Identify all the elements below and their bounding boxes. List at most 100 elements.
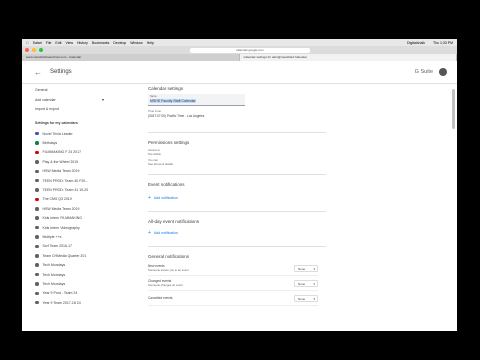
calendar-list: Novel Trivia Leader Birthdays FILMMAKING F… (22, 129, 114, 307)
close-window-icon[interactable] (25, 48, 29, 52)
menu-view[interactable]: View (65, 41, 73, 45)
notification-row: New events Someone invites you to an even… (148, 261, 318, 276)
field-value: MSHS Faculty Staff Calendar (150, 99, 196, 103)
notification-select[interactable]: None ▾ (294, 279, 318, 287)
sidebar-calendar-item[interactable]: HSW Media Team 2019 (35, 204, 114, 213)
sidebar-calendar-item[interactable]: TEEN PROD: Team 41 19-20 (35, 185, 114, 194)
notification-list: New events Someone invites you to an even… (148, 261, 328, 306)
calendar-name: TEEN PROD: Team 41 19-20 (42, 188, 89, 193)
section-title-event-notifications: Event notifications (148, 182, 185, 187)
add-notification-label: Add notification (153, 231, 178, 235)
calendar-name: Kids Intern Videography (42, 225, 80, 230)
menu-help[interactable]: Help (147, 41, 154, 45)
status-app[interactable]: Digitalchalk (407, 41, 425, 45)
sidebar-item-add-calendar[interactable]: Add calendar ▾ (35, 97, 114, 102)
settings-header: ← Settings G Suite (22, 61, 457, 84)
sidebar-item-label: Add calendar (35, 97, 56, 102)
notification-desc: Someone changes an event (148, 283, 183, 287)
screen-frame:  Safari File Edit View History Bookmark… (22, 39, 457, 331)
sidebar-calendar-item[interactable]: Play & the Wheel 2019 (35, 157, 114, 166)
calendar-color-dot-icon (35, 178, 39, 183)
clock: Thu 1:33 PM (432, 40, 453, 45)
notification-text: Cancelled events (148, 296, 172, 300)
plus-icon: + (148, 230, 151, 236)
notification-text: New events Someone invites you to an even… (148, 264, 189, 272)
divider (148, 132, 326, 133)
menu-safari[interactable]: Safari (33, 41, 42, 45)
calendar-name: Play & the Wheel 2019 (42, 159, 79, 164)
sidebar-calendar-item[interactable]: Birthdays (35, 138, 114, 147)
notification-desc: Someone invites you to an event (148, 268, 189, 272)
sidebar-item-import-export[interactable]: Import & export (35, 107, 114, 111)
sidebar-calendar-item[interactable]: The CMS Q3 2019 (35, 195, 114, 204)
menu-file[interactable]: File (46, 41, 52, 45)
sidebar-calendar-item[interactable]: Tech Mondays (35, 279, 114, 288)
chevron-down-icon: ▾ (313, 296, 315, 301)
menu-bookmarks[interactable]: Bookmarks (92, 41, 110, 45)
calendar-color-dot-icon (35, 160, 39, 164)
sidebar-calendar-item[interactable]: Tech Mondays (35, 260, 114, 269)
settings-sidebar: General Add calendar ▾ Import & export S… (22, 84, 114, 331)
scrollbar[interactable] (452, 89, 455, 129)
chevron-down-icon: ▾ (313, 266, 315, 271)
calendar-name-field[interactable]: Name MSHS Faculty Staff Calendar (148, 94, 245, 106)
field-label: Name (150, 95, 157, 98)
zoom-window-icon[interactable] (39, 48, 43, 52)
sidebar-section-header: Settings for my calendars (35, 121, 78, 125)
avatar[interactable] (439, 68, 447, 76)
menu-history[interactable]: History (77, 41, 88, 45)
calendar-name: Kids Intern FILMMAKING (42, 216, 82, 221)
access-value: Not visible (148, 152, 161, 156)
back-arrow-icon[interactable]: ← (34, 68, 42, 77)
page-title: Settings (50, 69, 72, 75)
calendar-color-dot-icon (35, 150, 39, 155)
browser-tab[interactable]: www.mansfieldtrueschool.com - Calendar (22, 54, 240, 61)
calendar-color-dot-icon (35, 188, 39, 192)
calendar-color-dot-icon (35, 235, 39, 239)
sidebar-item-general[interactable]: General (35, 88, 114, 92)
notification-select[interactable]: None ▾ (294, 264, 318, 272)
calendar-color-dot-icon (35, 216, 39, 220)
sidebar-calendar-item[interactable]: Scrf Team 2016-17 (35, 242, 114, 251)
sidebar-calendar-item[interactable]: Year 9 Team 2017-18 24 (35, 298, 114, 307)
sidebar-calendar-item[interactable]: Novel Trivia Leader (35, 129, 114, 138)
divider (148, 211, 326, 212)
notification-text: Changed events Someone changes an event (148, 279, 183, 287)
address-bar[interactable]: calendar.google.com (190, 47, 310, 53)
notification-select[interactable]: None ▾ (294, 294, 318, 302)
minimize-window-icon[interactable] (32, 48, 36, 52)
menu-edit[interactable]: Edit (55, 41, 61, 45)
calendar-name: FILMMAKING F 24 2017 (42, 150, 82, 155)
sidebar-calendar-item[interactable]: HSW Media Team 2019 (35, 167, 114, 176)
menu-develop[interactable]: Develop (113, 41, 126, 45)
calendar-name: TEEN PROD: Team 40 F20... (42, 178, 89, 183)
section-title-general-notifications: General notifications (148, 254, 190, 259)
calendar-color-dot-icon (35, 263, 39, 267)
sidebar-calendar-item[interactable]: FILMMAKING F 24 2017 (35, 148, 114, 157)
calendar-name: Tech Mondays (42, 263, 66, 268)
calendar-name: Multiple ++s (42, 234, 62, 239)
menu-window[interactable]: Window (130, 41, 142, 45)
sidebar-calendar-item[interactable]: TEEN PROD: Team 40 F20... (35, 176, 114, 185)
calendar-color-dot-icon (35, 272, 39, 277)
calendar-name: HSW Media Team 2019 (42, 206, 80, 211)
browser-tab-active[interactable]: Calendar settings for adm@mansfield Cale… (239, 54, 457, 61)
sidebar-calendar-item[interactable]: Year 9 Prod - Team 24 (35, 289, 114, 298)
calendar-name: Birthdays (42, 141, 58, 146)
sidebar-calendar-item[interactable]: Multiple ++s (35, 232, 114, 241)
apple-icon[interactable]:  (26, 41, 29, 45)
sidebar-calendar-item[interactable]: Tech Mondays (35, 270, 114, 279)
calendar-color-dot-icon (35, 244, 39, 249)
sidebar-calendar-item[interactable]: Kids Intern Videography (35, 223, 114, 232)
calendar-color-dot-icon (35, 225, 39, 230)
calendar-name: HSW Media Team 2019 (42, 169, 80, 174)
sidebar-calendar-item[interactable]: Team CHMedia Quarter 201 (35, 251, 114, 260)
section-title-calendar-settings: Calendar settings (148, 86, 184, 91)
notification-label: Cancelled events (148, 296, 173, 300)
notification-row: Cancelled events None ▾ (148, 291, 318, 306)
sidebar-calendar-item[interactable]: Kids Intern FILMMAKING (35, 214, 114, 223)
calendar-color-dot-icon (35, 300, 39, 305)
calendar-name: Novel Trivia Leader (42, 131, 73, 136)
calendar-color-dot-icon (35, 197, 39, 202)
notification-row: Changed events Someone changes an event No… (148, 276, 318, 291)
